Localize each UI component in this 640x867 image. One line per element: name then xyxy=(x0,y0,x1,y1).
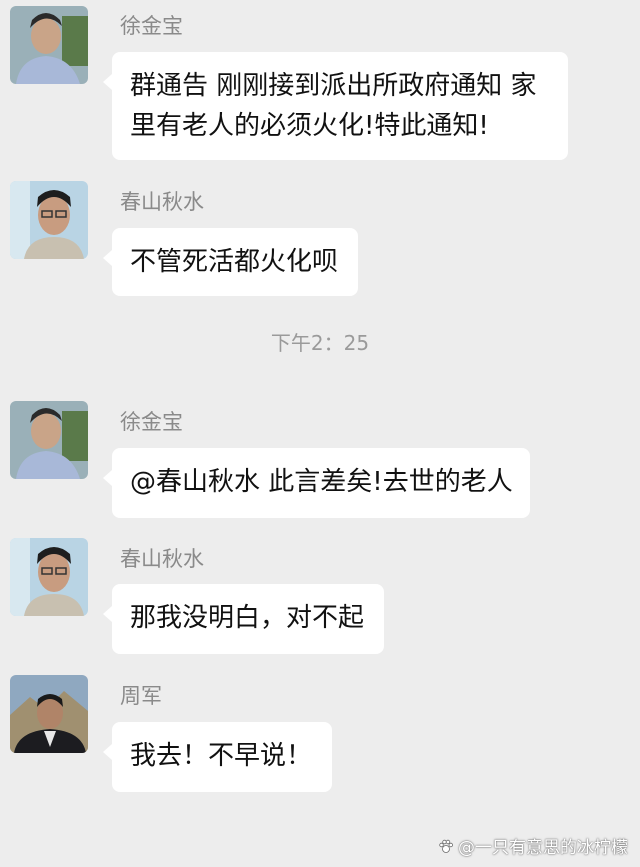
message-text: 不管死活都火化呗 xyxy=(130,247,339,277)
sender-name: 春山秋水 xyxy=(120,190,204,214)
message-bubble[interactable]: 我去！不早说！ xyxy=(103,722,332,792)
sender-name: 徐金宝 xyxy=(120,410,183,434)
watermark-at: @ xyxy=(458,838,475,858)
avatar-zhoujun[interactable] xyxy=(10,675,88,753)
message-text: @春山秋水 此言差矣!去世的老人 xyxy=(130,467,513,497)
watermark-text: 一只有意思的冰柠檬 xyxy=(475,838,628,858)
chat-screen: { "timestamp": "下午2：25", "messages": [ {… xyxy=(0,0,640,867)
man-avatar-icon xyxy=(10,6,88,84)
paw-icon xyxy=(439,839,453,853)
man-glasses-avatar-icon xyxy=(10,538,88,616)
message-bubble[interactable]: 群通告 刚刚接到派出所政府通知 家 里有老人的必须火化!特此通知! xyxy=(103,52,568,160)
message-text: 里有老人的必须火化!特此通知! xyxy=(130,111,489,141)
message-bubble[interactable]: 不管死活都火化呗 xyxy=(103,228,358,296)
sender-name: 春山秋水 xyxy=(120,547,204,571)
timestamp: 下午2：25 xyxy=(270,331,370,355)
sender-name: 徐金宝 xyxy=(120,14,183,38)
message-text: 我去！不早说！ xyxy=(130,741,313,771)
avatar-xujinbao[interactable] xyxy=(10,401,88,479)
message-bubble[interactable]: 那我没明白，对不起 xyxy=(103,584,384,654)
avatar-xujinbao[interactable] xyxy=(10,6,88,84)
avatar-chunshanqiushui[interactable] xyxy=(10,538,88,616)
watermark: @一只有意思的冰柠檬 xyxy=(438,837,628,859)
message-text: 那我没明白，对不起 xyxy=(130,603,365,633)
message-bubble[interactable]: @春山秋水 此言差矣!去世的老人 xyxy=(103,448,530,518)
man-avatar-icon xyxy=(10,401,88,479)
sender-name: 周军 xyxy=(120,684,162,708)
man-glasses-avatar-icon xyxy=(10,181,88,259)
message-text: 群通告 刚刚接到派出所政府通知 家 xyxy=(130,71,537,101)
man-suit-avatar-icon xyxy=(10,675,88,753)
avatar-chunshanqiushui[interactable] xyxy=(10,181,88,259)
